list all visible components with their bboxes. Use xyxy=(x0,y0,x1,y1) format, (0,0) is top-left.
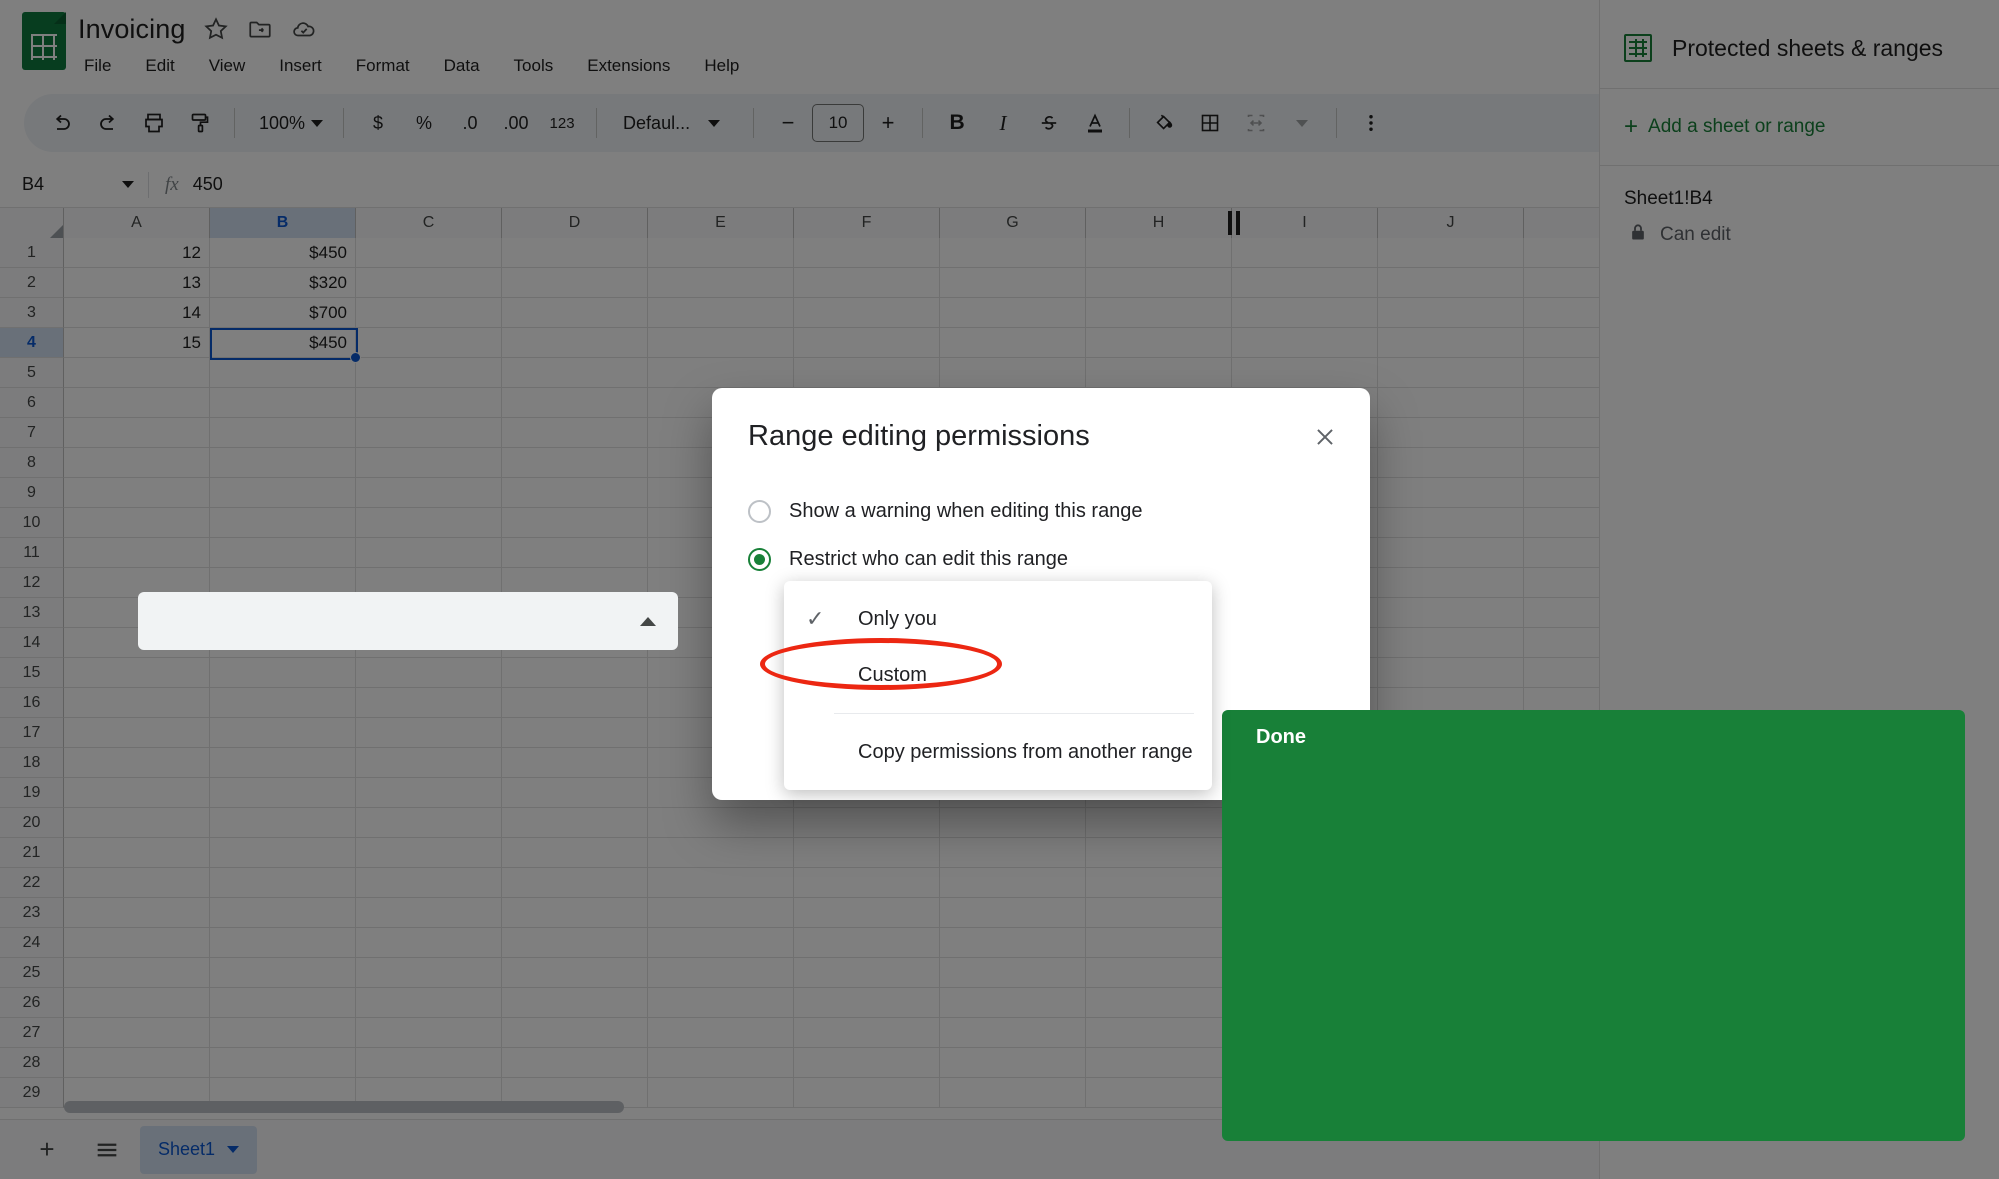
dropdown-item-custom-label: Custom xyxy=(858,663,927,686)
editors-select-box[interactable] xyxy=(138,592,678,650)
dropdown-item-only-you[interactable]: ✓ Only you xyxy=(784,591,1212,647)
check-icon: ✓ xyxy=(806,606,825,631)
dropdown-item-copy-permissions[interactable]: Copy permissions from another range xyxy=(784,724,1212,780)
dropdown-item-custom[interactable]: Custom xyxy=(784,647,1212,703)
radio-unselected[interactable] xyxy=(748,500,771,523)
radio-selected[interactable] xyxy=(748,548,771,571)
spreadsheet-app: Invoicing File Edit View Insert Format D… xyxy=(0,0,1999,1179)
option-restrict-editors-label: Restrict who can edit this range xyxy=(789,548,1069,570)
close-icon[interactable] xyxy=(1306,418,1344,456)
option-show-warning[interactable]: Show a warning when editing this range xyxy=(748,500,1143,523)
dialog-title: Range editing permissions xyxy=(748,420,1090,452)
done-button[interactable]: Done xyxy=(1222,710,1965,1141)
editors-dropdown-menu: ✓ Only you Custom Copy permissions from … xyxy=(784,581,1212,790)
chevron-up-icon xyxy=(640,616,656,626)
dropdown-item-only-you-label: Only you xyxy=(858,607,937,630)
dropdown-item-copy-permissions-label: Copy permissions from another range xyxy=(858,740,1193,763)
dropdown-divider xyxy=(834,713,1194,714)
option-restrict-editors[interactable]: Restrict who can edit this range xyxy=(748,548,1068,571)
option-show-warning-label: Show a warning when editing this range xyxy=(789,500,1143,522)
